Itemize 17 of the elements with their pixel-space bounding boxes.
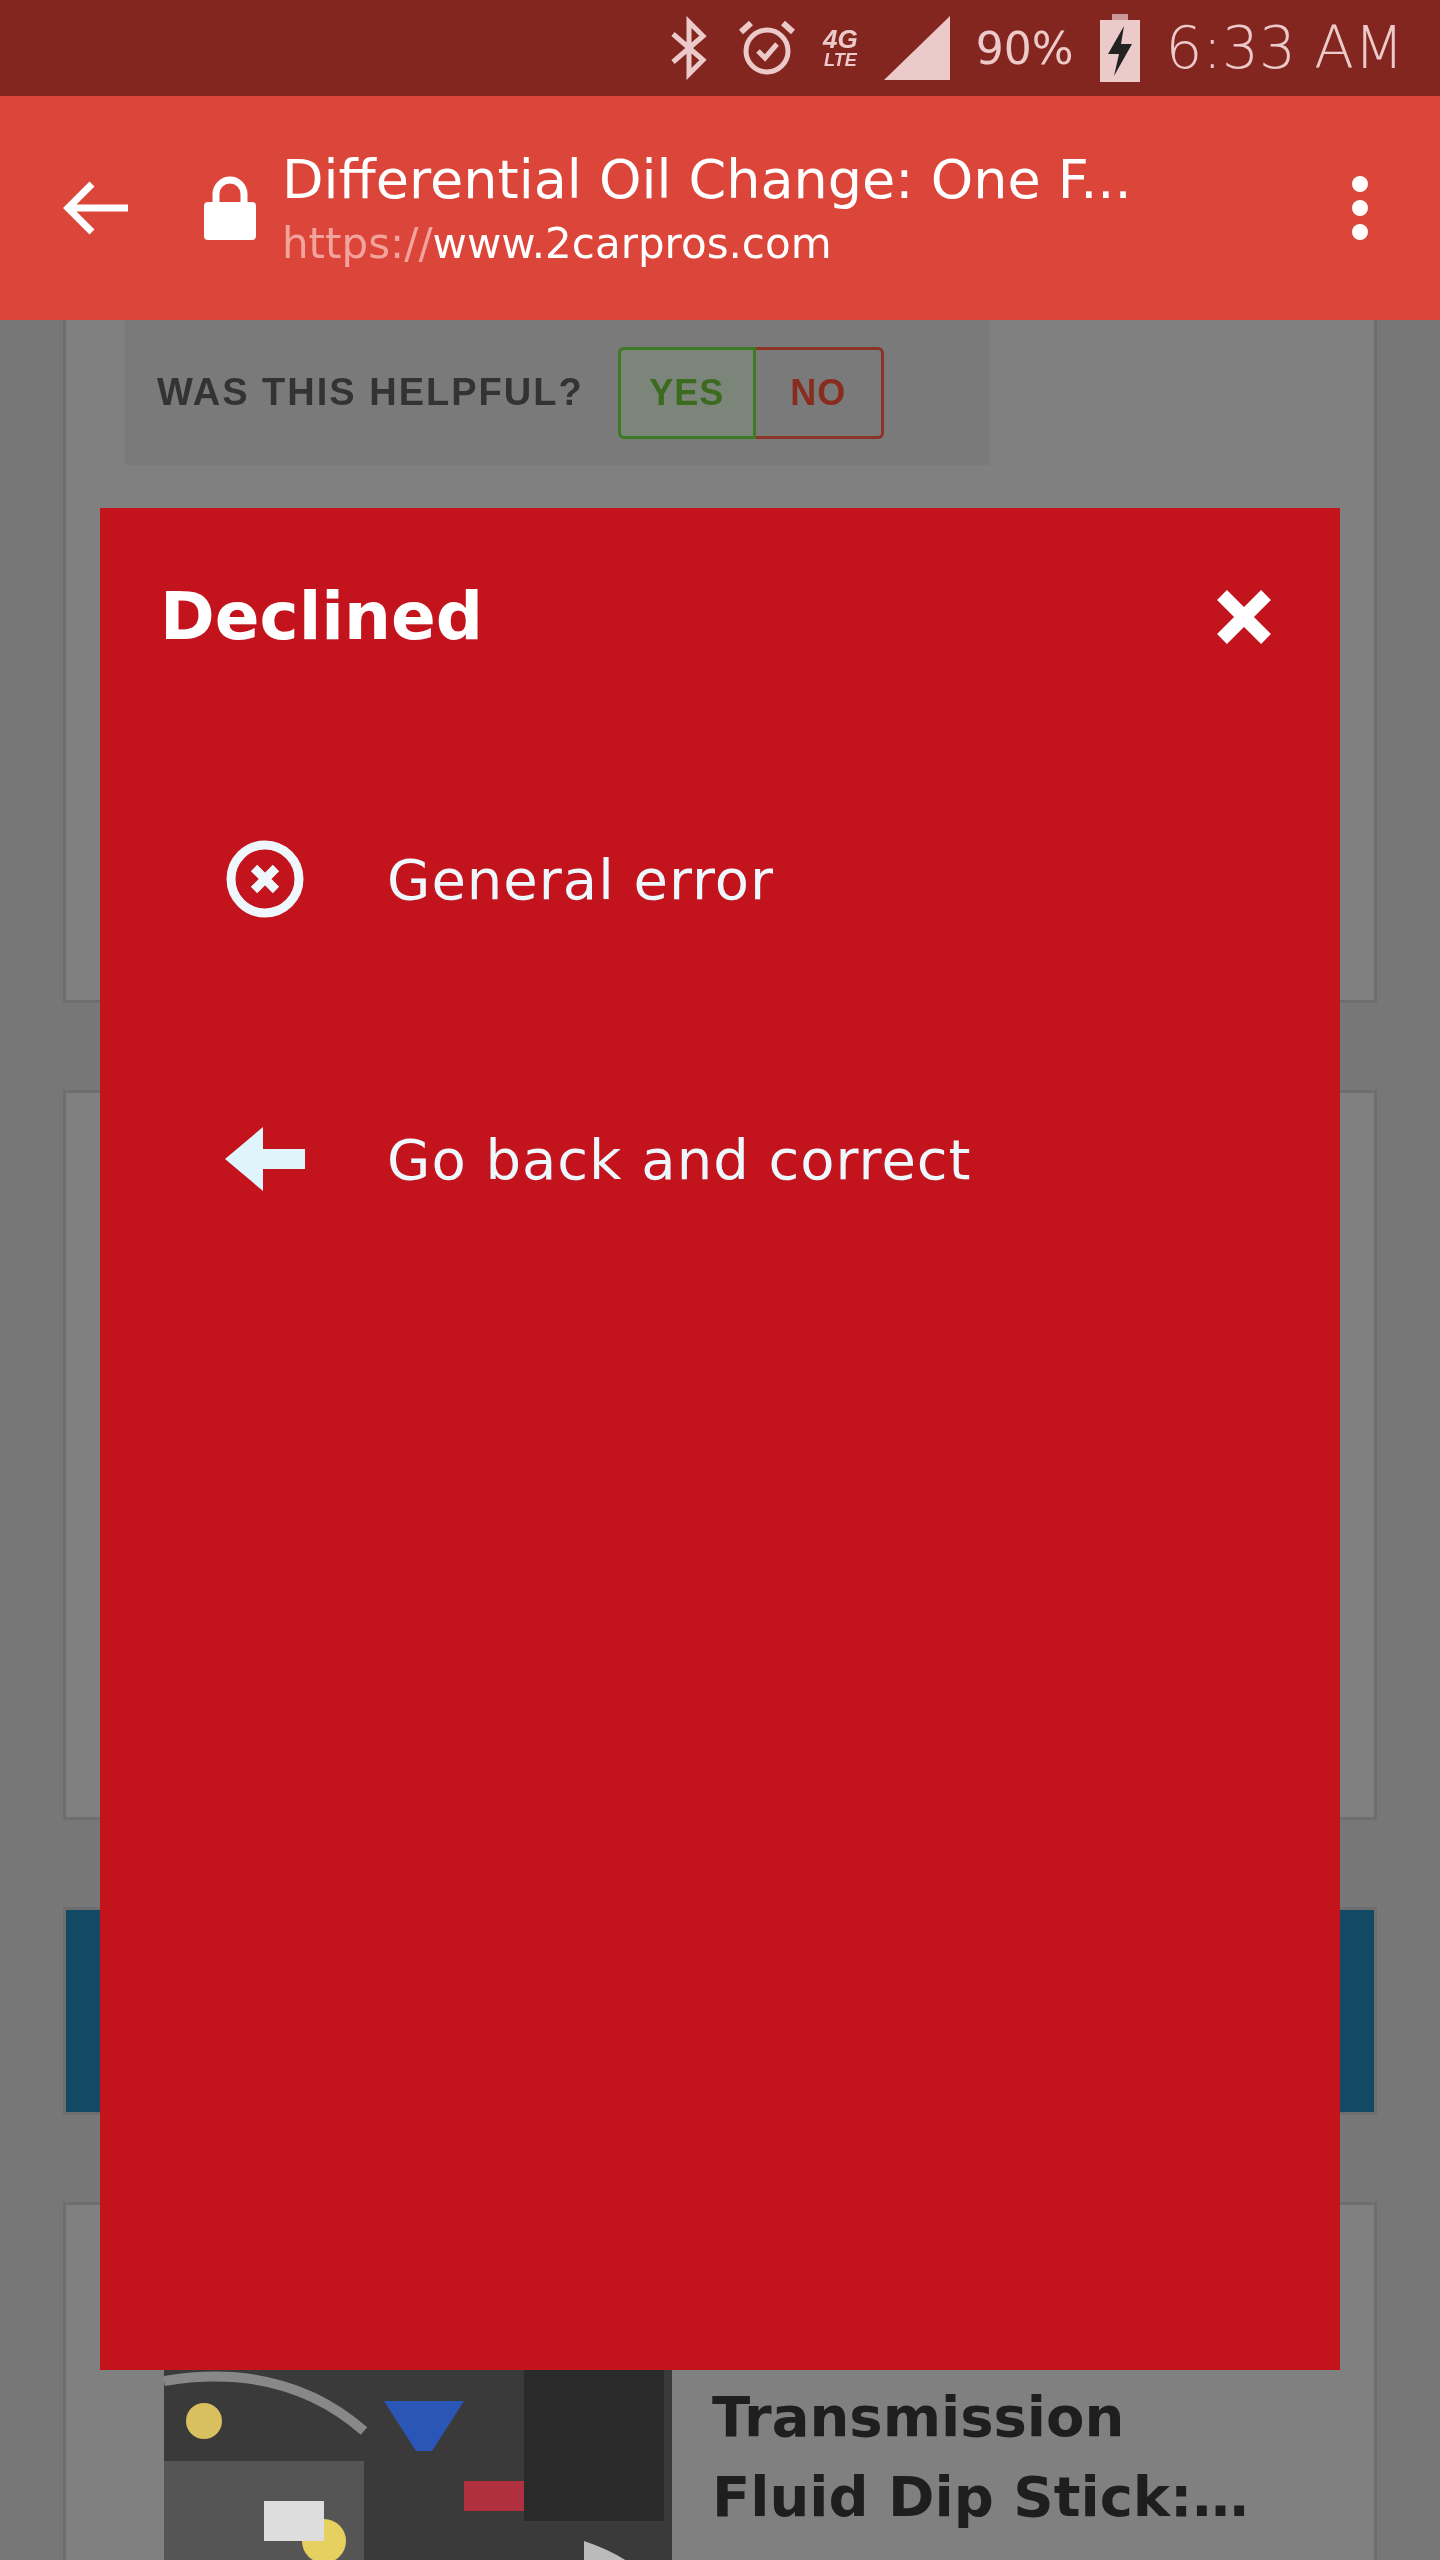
error-circle-icon [225,839,305,919]
page-url: https://www.2carpros.com [282,219,833,268]
battery-charging-icon [1099,14,1140,82]
battery-percent: 90% [975,22,1074,74]
signal-icon [883,16,950,80]
back-arrow-icon [62,180,130,236]
feedback-question: WAS THIS HELPFUL? [157,371,584,414]
article-title: Transmission Fluid Dip Stick:… [712,2383,1249,2531]
dialog-title: Declined [160,578,483,655]
network-type-icon: 4G LTE [823,28,858,68]
page-title: Differential Oil Change: One F... [282,148,1133,211]
lock-icon [204,176,256,240]
dialog-option[interactable]: General error [225,837,775,921]
clock-time: 6:33 AM [1165,14,1404,82]
dialog-option[interactable]: Go back and correct [225,1117,972,1201]
close-icon [1216,588,1272,645]
more-vertical-icon [1350,174,1370,242]
